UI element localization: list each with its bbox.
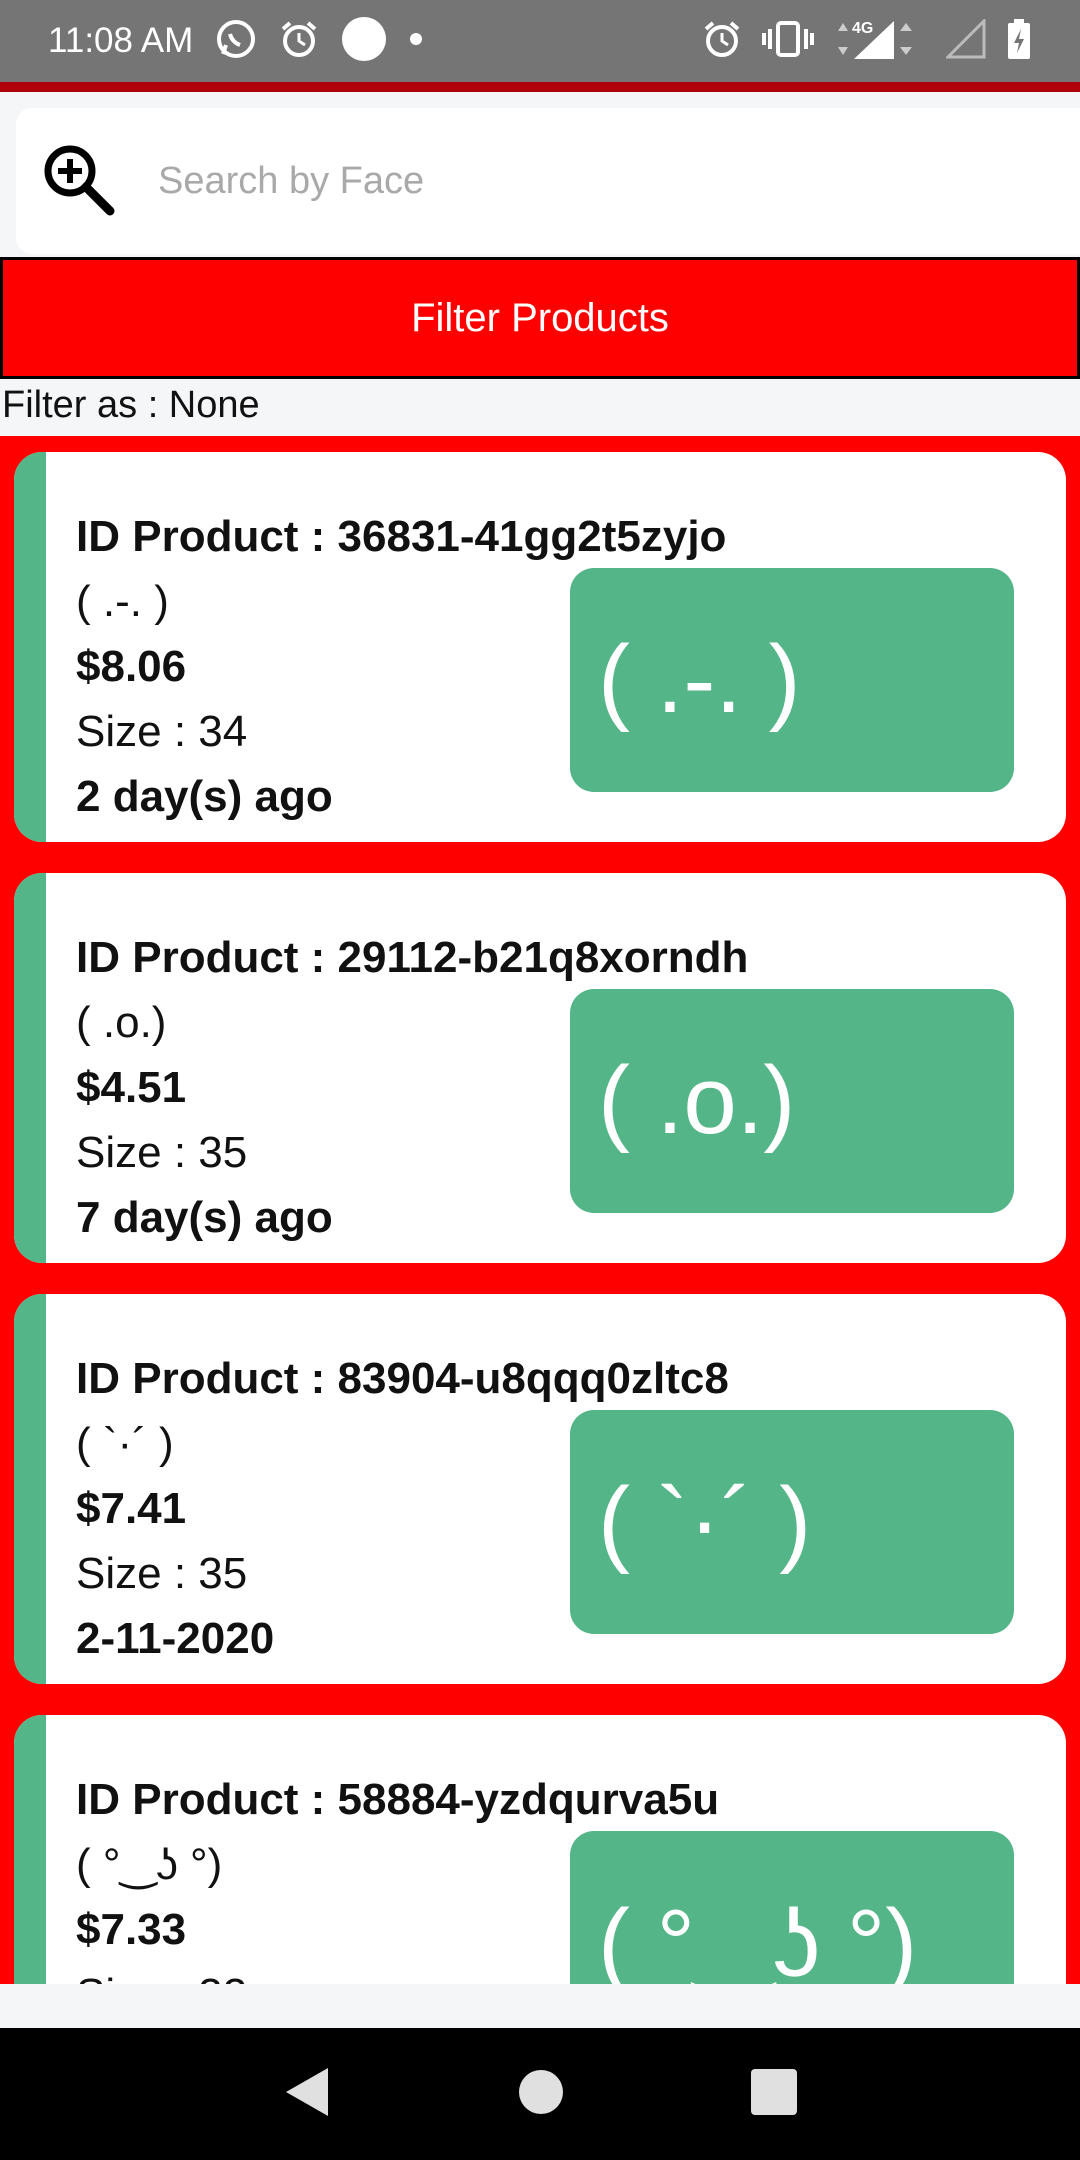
recents-icon[interactable] [750, 2068, 798, 2121]
vibrate-icon [762, 19, 814, 64]
circle-icon [341, 16, 387, 67]
battery-charging-icon [1006, 17, 1032, 66]
card-accent [14, 452, 46, 842]
home-icon[interactable] [517, 2068, 565, 2121]
whatsapp-icon [215, 18, 257, 65]
filter-products-button[interactable]: Filter Products [0, 257, 1080, 379]
card-accent [14, 1715, 46, 1984]
search-input[interactable] [158, 159, 958, 203]
product-id: ID Product : 83904-u8qqq0zltc8 [76, 1354, 729, 1403]
zoom-in-icon[interactable] [16, 139, 118, 224]
alarm-icon [279, 19, 319, 64]
card-accent [14, 1294, 46, 1684]
product-list[interactable]: ID Product : 36831-41gg2t5zyjo ( .-. ) $… [0, 436, 1080, 1984]
status-left: 11:08 AM [48, 16, 423, 67]
product-id: ID Product : 58884-yzdqurva5u [76, 1775, 720, 1824]
product-id: ID Product : 36831-41gg2t5zyjo [76, 512, 727, 561]
product-id: ID Product : 29112-b21q8xorndh [76, 933, 749, 982]
network-label: 4G [852, 20, 873, 37]
signal-icon [944, 16, 986, 64]
system-nav-bar [0, 2028, 1080, 2160]
bottom-strip [0, 1984, 1080, 2028]
face-preview: ( `·´ ) [570, 1410, 1014, 1634]
filter-button-label: Filter Products [411, 295, 669, 340]
signal-4g-icon: 4G [834, 17, 926, 66]
face-preview: ( °‿ʖ °) [570, 1831, 1014, 1984]
filter-status: Filter as : None [2, 384, 260, 426]
product-card[interactable]: ID Product : 36831-41gg2t5zyjo ( .-. ) $… [14, 452, 1066, 842]
status-time: 11:08 AM [48, 21, 194, 60]
card-accent [14, 873, 46, 1263]
back-icon[interactable] [282, 2064, 332, 2125]
face-preview: ( .-. ) [570, 568, 1014, 792]
face-preview: ( .o.) [570, 989, 1014, 1213]
product-card[interactable]: ID Product : 29112-b21q8xorndh ( .o.) $4… [14, 873, 1066, 1263]
product-card[interactable]: ID Product : 83904-u8qqq0zltc8 ( `·´ ) $… [14, 1294, 1066, 1684]
status-bar: 11:08 AM 4G [0, 0, 1080, 82]
header-divider [0, 82, 1080, 92]
dot-icon [409, 32, 423, 51]
product-card[interactable]: ID Product : 58884-yzdqurva5u ( °‿ʖ °) $… [14, 1715, 1066, 1984]
alarm-icon [702, 19, 742, 64]
search-bar[interactable] [16, 108, 1080, 254]
status-right: 4G [702, 16, 1032, 66]
